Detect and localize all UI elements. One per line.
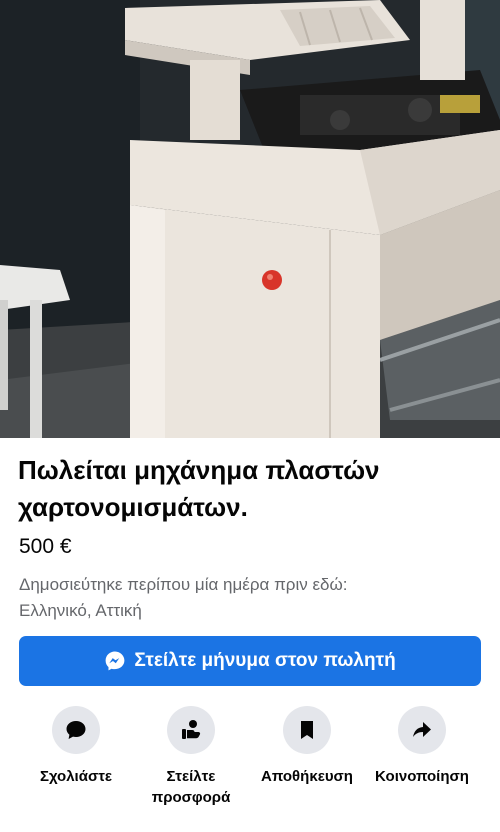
listing-location: Ελληνικό, Αττική bbox=[19, 601, 142, 620]
listing-meta: Δημοσιεύτηκε περίπου μία ημέρα πριν εδώ:… bbox=[19, 572, 489, 624]
save-button[interactable]: Αποθήκευση bbox=[247, 706, 367, 787]
listing-price: 500 € bbox=[19, 535, 72, 558]
comment-icon bbox=[52, 706, 100, 754]
send-offer-label: Στείλτε προσφορά bbox=[151, 768, 231, 806]
share-button[interactable]: Κοινοποίηση bbox=[362, 706, 482, 787]
listing-photo[interactable] bbox=[0, 0, 500, 438]
send-offer-button[interactable]: Στείλτε προσφορά bbox=[131, 706, 251, 808]
machine-image bbox=[0, 0, 500, 438]
message-seller-label: Στείλτε μήνυμα στον πωλητή bbox=[134, 650, 396, 671]
bookmark-icon bbox=[283, 706, 331, 754]
share-label: Κοινοποίηση bbox=[375, 768, 469, 785]
action-row: Σχολιάστε Στείλτε προσφορά Αποθήκευση Κο… bbox=[0, 706, 500, 816]
comment-button[interactable]: Σχολιάστε bbox=[16, 706, 136, 787]
posted-time: Δημοσιεύτηκε περίπου μία ημέρα πριν εδώ: bbox=[19, 575, 348, 594]
offer-icon bbox=[167, 706, 215, 754]
share-icon bbox=[398, 706, 446, 754]
listing-title: Πωλείται μηχάνημα πλαστών χαρτονομισμάτω… bbox=[18, 455, 380, 522]
save-label: Αποθήκευση bbox=[261, 768, 353, 785]
message-seller-button[interactable]: Στείλτε μήνυμα στον πωλητή bbox=[19, 636, 481, 686]
messenger-icon bbox=[104, 650, 126, 672]
comment-label: Σχολιάστε bbox=[39, 768, 113, 785]
